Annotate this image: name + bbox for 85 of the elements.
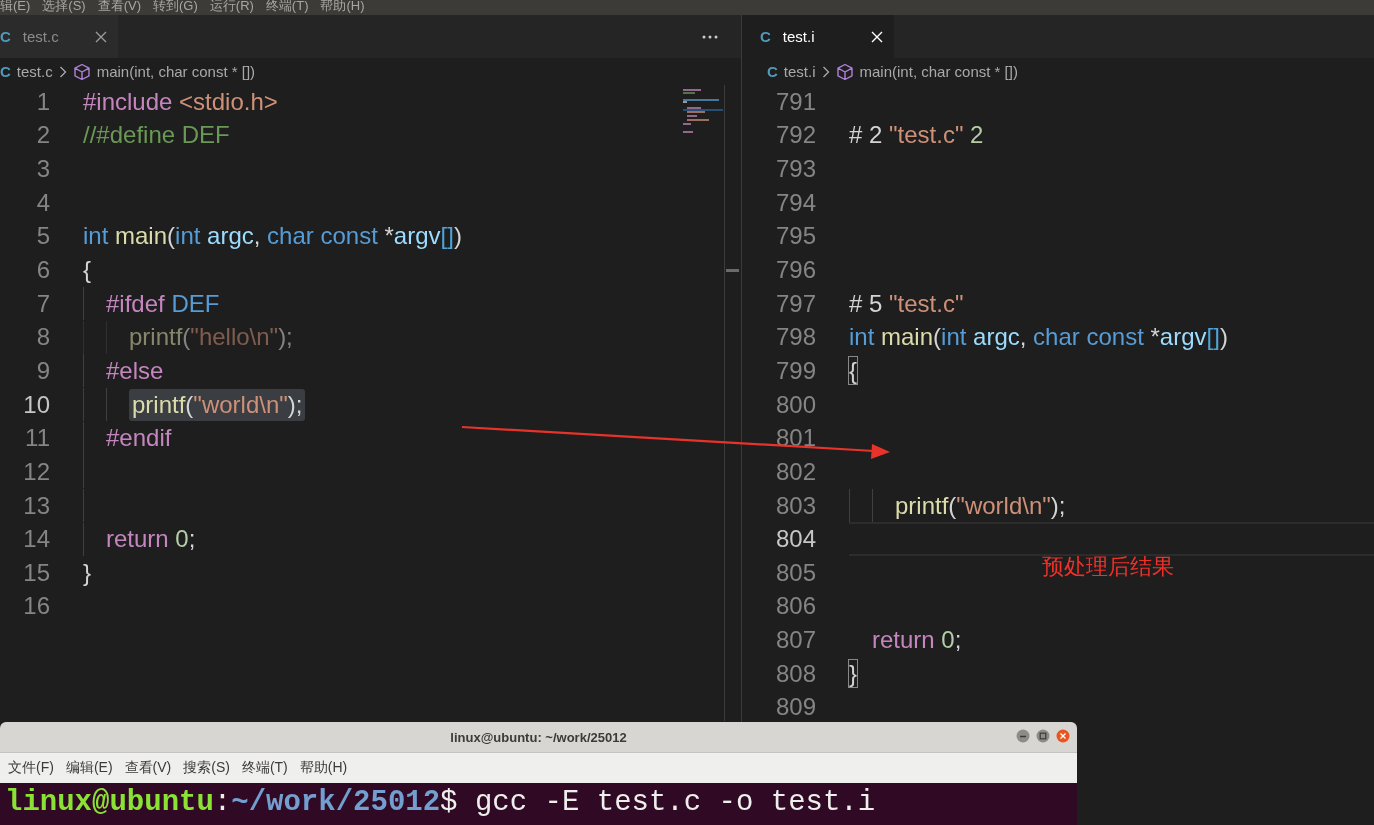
code-line: //#define DEF [83,121,230,150]
line-number: 8 [35,323,51,352]
code-line: # 5 "test.c" [849,289,964,318]
menu-item[interactable]: 转到(G) [153,0,198,11]
line-number: 808 [774,659,817,688]
terminal-prompt-line: linux@ubuntu:~/work/25012$ gcc -E test.c -o test.i [5,785,877,821]
code-line: printf("hello\n"); [129,323,293,352]
menu-item[interactable]: 终端(T) [265,0,309,11]
menu-item[interactable]: 编辑(E) [65,759,113,777]
line-number: 14 [22,525,51,554]
line-number: 803 [774,491,817,520]
minimize-button[interactable] [1016,729,1030,743]
line-number: 1 [35,87,51,116]
cube-icon [835,62,854,81]
line-number: 3 [35,155,51,184]
line-number: 798 [774,323,817,352]
line-number: 9 [35,356,51,385]
line-number: 794 [774,188,817,217]
line-number: 809 [774,693,817,722]
menu-item[interactable]: 帮助(H) [299,759,348,777]
line-number: 10 [22,390,51,419]
menu-item[interactable]: 选择(S) [42,0,86,11]
more-icon[interactable] [701,33,719,40]
file-type-icon: C [0,63,11,80]
menu-item[interactable]: 查看(V) [97,0,142,11]
line-number: 792 [774,121,817,150]
window-title: linux@ubuntu: ~/work/25012 [450,729,627,745]
code-line: { [849,356,857,385]
chevron-icon [58,65,67,78]
line-number: 807 [774,626,817,655]
code-line: int main(int argc, char const *argv[]) [849,323,1228,352]
breadcrumb-item[interactable]: main(int, char const * []) [96,63,256,80]
code-line: int main(int argc, char const *argv[]) [83,222,462,251]
line-number: 13 [22,491,51,520]
menu-item[interactable]: 文件(F) [8,759,54,777]
editor-tab[interactable]: C test.c [0,15,118,58]
code-line: #ifdef DEF [106,289,220,318]
line-number: 793 [774,155,817,184]
file-type-icon: C [767,63,778,80]
editor-tab[interactable]: C test.i [742,15,894,58]
code-line: } [849,659,857,688]
menu-item[interactable]: 搜索(S) [183,759,230,777]
line-number: 791 [774,87,817,116]
code-line: #endif [106,424,172,453]
code-line: #else [106,356,164,385]
line-number: 797 [774,289,817,318]
line-number: 5 [35,222,51,251]
code-line: #include <stdio.h> [83,87,278,116]
line-number: 4 [35,188,51,217]
menu-item[interactable]: 终端(T) [241,759,288,777]
cube-icon [72,62,91,81]
menu-item[interactable]: 辑(E) [0,0,31,11]
line-number: 801 [774,424,817,453]
code-line: } [83,558,91,587]
line-number: 802 [774,457,817,486]
maximize-button[interactable] [1036,729,1050,743]
close-button[interactable] [1056,729,1070,743]
line-number: 16 [22,592,51,621]
line-number: 796 [774,256,817,284]
line-number: 799 [774,356,817,385]
code-line: { [83,256,91,284]
code-line: printf("world\n"); [895,491,1066,520]
code-line: return 0; [106,525,196,554]
code-line: # 2 "test.c" 2 [849,121,984,150]
line-number: 2 [35,121,51,150]
line-number: 15 [22,558,51,587]
annotation-text: 预处理后结果 [1042,553,1174,581]
line-number: 804 [774,525,817,554]
chevron-icon [821,65,830,78]
line-number: 806 [774,592,817,621]
menu-item[interactable]: 帮助(H) [320,0,365,11]
line-number: 805 [774,558,817,587]
code-line: return 0; [872,626,962,655]
line-number: 6 [35,256,51,284]
line-number: 11 [24,424,51,453]
line-number: 7 [35,289,51,318]
breadcrumb-item[interactable]: test.c [16,63,53,80]
breadcrumb-item[interactable]: test.i [783,63,816,80]
menu-item[interactable]: 查看(V) [124,759,172,777]
line-number: 12 [22,457,51,486]
menu-item[interactable]: 运行(R) [209,0,254,11]
breadcrumb-item[interactable]: main(int, char const * []) [859,63,1018,80]
line-number: 795 [774,222,817,251]
line-number: 800 [774,390,817,419]
scrollbar[interactable] [724,85,741,721]
